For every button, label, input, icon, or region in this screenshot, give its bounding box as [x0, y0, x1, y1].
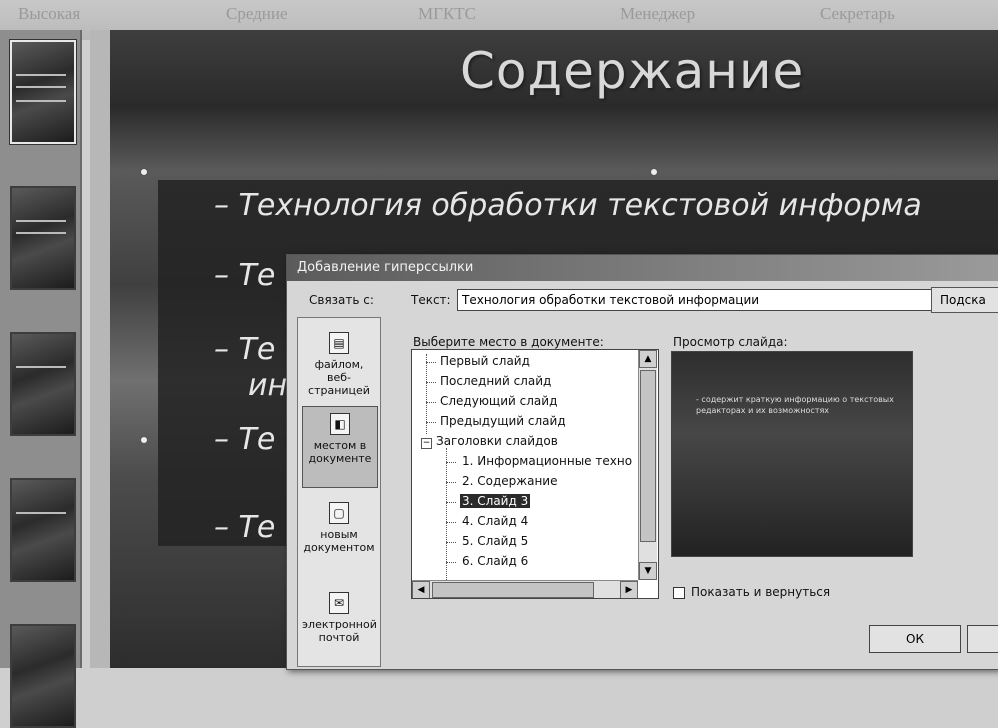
tree-item[interactable]: Последний слайд — [440, 374, 551, 388]
tree-item-slide[interactable]: 2. Содержание — [462, 474, 557, 488]
ok-button[interactable]: ОК — [869, 625, 961, 653]
slide-thumbnail[interactable] — [9, 39, 77, 145]
text-label: Текст: — [411, 293, 451, 307]
link-to-new-document-button[interactable]: ▢ новым документом — [302, 496, 376, 576]
scroll-right-icon[interactable]: ▶ — [620, 581, 638, 598]
show-and-return-checkbox[interactable] — [673, 587, 685, 599]
insert-hyperlink-dialog: Добавление гиперссылки Связать с: Текст:… — [286, 254, 998, 670]
tree-item-slide-selected[interactable]: 3. Слайд 3 — [460, 494, 531, 508]
scroll-down-icon[interactable]: ▼ — [639, 562, 657, 580]
slide-bullet: ин — [248, 368, 288, 403]
slide-bullet: – Технология обработки текстовой информа — [214, 188, 922, 223]
link-to-place-button[interactable]: ◧ местом в документе — [302, 406, 378, 488]
document-place-tree[interactable]: Первый слайд Последний слайд Следующий с… — [411, 349, 659, 599]
new-document-icon: ▢ — [329, 502, 349, 524]
slide-bullet: – Те — [214, 422, 276, 457]
display-text-input[interactable]: Технология обработки текстовой информаци… — [457, 289, 933, 311]
slide-bullet: – Те — [214, 332, 276, 367]
scroll-thumb[interactable] — [432, 582, 594, 598]
tree-label: Выберите место в документе: — [413, 335, 604, 349]
collapse-icon[interactable]: − — [421, 438, 432, 449]
slide-title[interactable]: Содержание — [460, 42, 804, 100]
slide-left-border — [90, 30, 110, 668]
slide-bullet: – Те — [214, 258, 276, 293]
tree-item-slide-titles[interactable]: Заголовки слайдов — [436, 434, 558, 448]
slide-bullet: – Те — [214, 510, 276, 545]
tree-item[interactable]: Предыдущий слайд — [440, 414, 566, 428]
place-in-document-icon: ◧ — [330, 413, 350, 435]
link-to-label: Связать с: — [309, 293, 374, 307]
slide-thumbnail[interactable] — [10, 332, 76, 436]
file-web-icon: ▤ — [329, 332, 349, 354]
tree-item-slide[interactable]: 4. Слайд 4 — [462, 514, 528, 528]
dialog-titlebar[interactable]: Добавление гиперссылки — [287, 255, 998, 281]
resize-handle[interactable] — [140, 168, 148, 176]
tree-item[interactable]: Первый слайд — [440, 354, 530, 368]
slide-thumbnails-panel — [0, 30, 82, 728]
slide-thumbnail[interactable] — [10, 478, 76, 582]
show-and-return-label: Показать и вернуться — [691, 585, 831, 599]
tree-horizontal-scrollbar[interactable]: ◀ ▶ — [412, 580, 638, 598]
tree-item-slide[interactable]: 6. Слайд 6 — [462, 554, 528, 568]
preview-text: - содержит краткую информацию о текстовы… — [696, 395, 894, 415]
slide-preview: - содержит краткую информацию о текстовы… — [671, 351, 913, 557]
screentip-button[interactable]: Подска — [931, 287, 998, 313]
cancel-button[interactable] — [967, 625, 998, 653]
resize-handle[interactable] — [140, 436, 148, 444]
scroll-thumb[interactable] — [640, 370, 656, 542]
dialog-title: Добавление гиперссылки — [297, 260, 474, 275]
tree-item[interactable]: Следующий слайд — [440, 394, 557, 408]
link-to-file-web-button[interactable]: ▤ файлом, веб-страницей — [302, 326, 376, 406]
link-to-bar: ▤ файлом, веб-страницей ◧ местом в докум… — [297, 317, 381, 667]
tree-item-slide[interactable]: 1. Информационные техно — [462, 454, 632, 468]
tree-item-slide[interactable]: 5. Слайд 5 — [462, 534, 528, 548]
tree-vertical-scrollbar[interactable]: ▲ ▼ — [638, 350, 657, 580]
slide-thumbnail[interactable] — [10, 186, 76, 290]
email-icon: ✉ — [329, 592, 349, 614]
slide-thumbnail[interactable] — [10, 624, 76, 728]
scroll-left-icon[interactable]: ◀ — [412, 581, 430, 598]
resize-handle[interactable] — [650, 168, 658, 176]
link-to-email-button[interactable]: ✉ электронной почтой — [302, 586, 377, 666]
preview-label: Просмотр слайда: — [673, 335, 788, 349]
scroll-up-icon[interactable]: ▲ — [639, 350, 657, 368]
